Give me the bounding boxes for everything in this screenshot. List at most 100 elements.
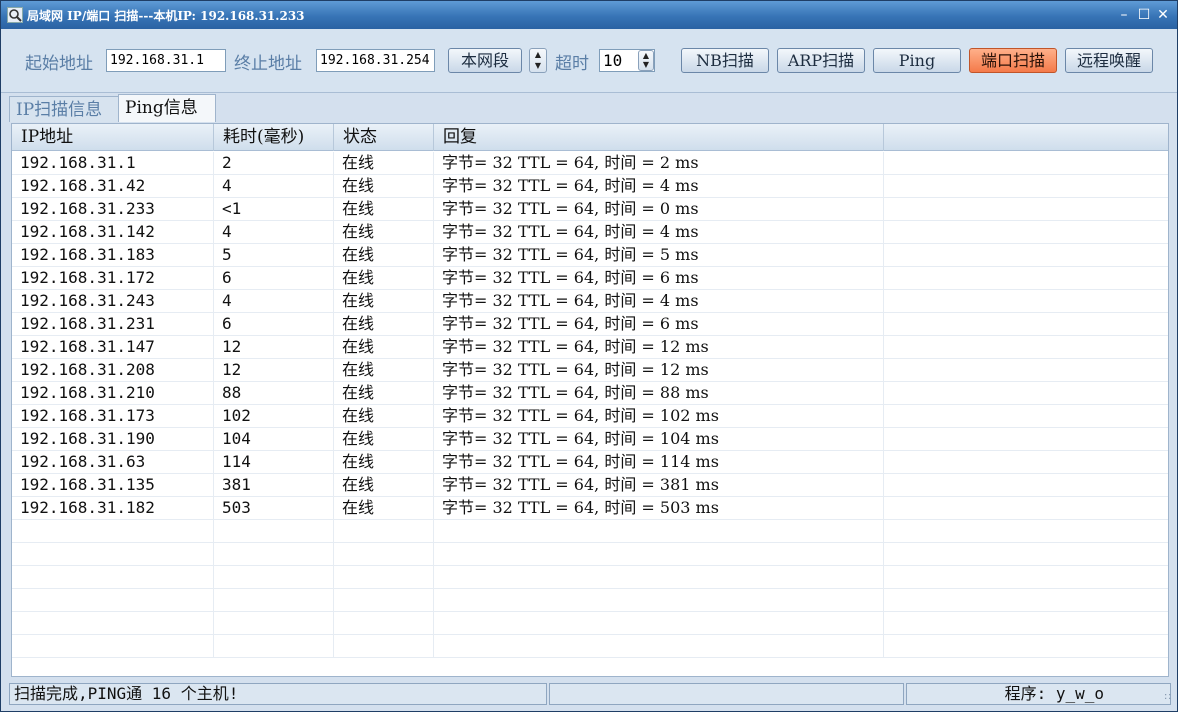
table-row[interactable]: 192.168.31.63 114 在线 字节= 32 TTL = 64, 时间 = …	[12, 451, 1168, 474]
cell-reply: 字节= 32 TTL = 64, 时间 = 12 ms	[434, 359, 884, 382]
cell-reply: 字节= 32 TTL = 64, 时间 = 102 ms	[434, 405, 884, 428]
table-row[interactable]: 192.168.31.173 102 在线 字节= 32 TTL = 64, 时间 =…	[12, 405, 1168, 428]
cell-ip: 192.168.31.190	[12, 428, 214, 451]
start-address-input[interactable]: 192.168.31.1	[106, 49, 226, 72]
timeout-label: 超时	[555, 54, 589, 74]
cell-status	[334, 566, 434, 589]
spin-down-icon[interactable]: ▼	[530, 60, 546, 71]
cell-time	[214, 635, 334, 658]
cell-ip: 192.168.31.173	[12, 405, 214, 428]
table-row[interactable]: 192.168.31.135 381 在线 字节= 32 TTL = 64, 时间 =…	[12, 474, 1168, 497]
cell-time: 104	[214, 428, 334, 451]
tab-ping-info[interactable]: Ping信息	[118, 94, 216, 122]
resize-grip-icon[interactable]: ∷	[1165, 692, 1171, 703]
column-header-time[interactable]: 耗时(毫秒)	[214, 124, 334, 151]
cell-ip: 192.168.31.243	[12, 290, 214, 313]
cell-status	[334, 543, 434, 566]
cell-reply	[434, 520, 884, 543]
cell-ip	[12, 566, 214, 589]
cell-empty	[884, 635, 1168, 658]
close-icon[interactable]: ✕	[1154, 6, 1172, 24]
column-header-status[interactable]: 状态	[334, 124, 434, 151]
minimize-icon[interactable]: –	[1115, 6, 1133, 24]
table-row[interactable]: 192.168.31.190 104 在线 字节= 32 TTL = 64, 时间 =…	[12, 428, 1168, 451]
cell-status	[334, 520, 434, 543]
ping-button[interactable]: Ping	[873, 48, 961, 73]
cell-ip	[12, 543, 214, 566]
column-header-reply[interactable]: 回复	[434, 124, 884, 151]
table-row[interactable]: 192.168.31.183 5 在线 字节= 32 TTL = 64, 时间 = 5…	[12, 244, 1168, 267]
cell-status: 在线	[334, 497, 434, 520]
table-row[interactable]: 192.168.31.210 88 在线 字节= 32 TTL = 64, 时间 = …	[12, 382, 1168, 405]
cell-time: 4	[214, 175, 334, 198]
end-address-input[interactable]: 192.168.31.254	[316, 49, 435, 72]
window-title: 局域网 IP/端口 扫描---本机IP: 192.168.31.233	[27, 9, 305, 23]
cell-empty	[884, 612, 1168, 635]
cell-time: 2	[214, 152, 334, 175]
cell-time	[214, 589, 334, 612]
status-message: 扫描完成,PING通 16 个主机!	[9, 683, 547, 705]
segment-spinner[interactable]: ▲ ▼	[529, 48, 547, 73]
cell-time	[214, 566, 334, 589]
table-row[interactable]: 192.168.31.147 12 在线 字节= 32 TTL = 64, 时间 = …	[12, 336, 1168, 359]
cell-reply: 字节= 32 TTL = 64, 时间 = 104 ms	[434, 428, 884, 451]
cell-empty	[884, 175, 1168, 198]
cell-ip: 192.168.31.208	[12, 359, 214, 382]
cell-empty	[884, 543, 1168, 566]
cell-reply: 字节= 32 TTL = 64, 时间 = 5 ms	[434, 244, 884, 267]
cell-reply: 字节= 32 TTL = 64, 时间 = 2 ms	[434, 152, 884, 175]
cell-time	[214, 612, 334, 635]
cell-time: 88	[214, 382, 334, 405]
cell-ip: 192.168.31.233	[12, 198, 214, 221]
cell-status: 在线	[334, 244, 434, 267]
table-row[interactable]: 192.168.31.208 12 在线 字节= 32 TTL = 64, 时间 = …	[12, 359, 1168, 382]
cell-reply	[434, 566, 884, 589]
nb-scan-button[interactable]: NB扫描	[681, 48, 769, 73]
empty-row	[12, 635, 1168, 658]
status-author: 程序: y_w_o	[906, 683, 1171, 705]
status-bar: 扫描完成,PING通 16 个主机! 程序: y_w_o ∷	[1, 680, 1177, 711]
cell-status: 在线	[334, 152, 434, 175]
cell-ip	[12, 612, 214, 635]
cell-time	[214, 520, 334, 543]
table-row[interactable]: 192.168.31.42 4 在线 字节= 32 TTL = 64, 时间 = 4 …	[12, 175, 1168, 198]
start-address-label: 起始地址	[25, 54, 93, 74]
cell-ip: 192.168.31.172	[12, 267, 214, 290]
cell-reply	[434, 635, 884, 658]
cell-status: 在线	[334, 267, 434, 290]
cell-reply: 字节= 32 TTL = 64, 时间 = 503 ms	[434, 497, 884, 520]
port-scan-button[interactable]: 端口扫描	[969, 48, 1057, 73]
timeout-spinner[interactable]: ▲ ▼	[638, 50, 654, 71]
table-row[interactable]: 192.168.31.182 503 在线 字节= 32 TTL = 64, 时间 =…	[12, 497, 1168, 520]
empty-row	[12, 589, 1168, 612]
ping-results-table[interactable]: IP地址 耗时(毫秒) 状态 回复 192.168.31.1 2 在线 字节= 32 …	[11, 123, 1169, 677]
empty-row	[12, 612, 1168, 635]
maximize-icon[interactable]: ☐	[1135, 6, 1153, 24]
cell-status: 在线	[334, 405, 434, 428]
spin-up-icon[interactable]: ▲	[530, 49, 546, 60]
arp-scan-button[interactable]: ARP扫描	[777, 48, 865, 73]
table-row[interactable]: 192.168.31.243 4 在线 字节= 32 TTL = 64, 时间 = 4…	[12, 290, 1168, 313]
table-row[interactable]: 192.168.31.142 4 在线 字节= 32 TTL = 64, 时间 = 4…	[12, 221, 1168, 244]
cell-reply: 字节= 32 TTL = 64, 时间 = 4 ms	[434, 175, 884, 198]
cell-empty	[884, 589, 1168, 612]
table-row[interactable]: 192.168.31.233 <1 在线 字节= 32 TTL = 64, 时间 = …	[12, 198, 1168, 221]
remote-wake-button[interactable]: 远程唤醒	[1065, 48, 1153, 73]
cell-empty	[884, 451, 1168, 474]
spin-up-icon[interactable]: ▲	[639, 51, 653, 60]
cell-empty	[884, 566, 1168, 589]
table-row[interactable]: 192.168.31.172 6 在线 字节= 32 TTL = 64, 时间 = 6…	[12, 267, 1168, 290]
column-header-ip[interactable]: IP地址	[12, 124, 214, 151]
column-header-empty	[884, 124, 1168, 151]
table-row[interactable]: 192.168.31.1 2 在线 字节= 32 TTL = 64, 时间 = 2 m…	[12, 152, 1168, 175]
cell-time: 6	[214, 267, 334, 290]
tab-ip-scan-info[interactable]: IP扫描信息	[9, 96, 119, 122]
title-bar[interactable]: 局域网 IP/端口 扫描---本机IP: 192.168.31.233 – ☐ …	[1, 1, 1177, 29]
cell-status: 在线	[334, 382, 434, 405]
table-row[interactable]: 192.168.31.231 6 在线 字节= 32 TTL = 64, 时间 = 6…	[12, 313, 1168, 336]
this-segment-button[interactable]: 本网段	[448, 48, 522, 73]
cell-empty	[884, 290, 1168, 313]
spin-down-icon[interactable]: ▼	[639, 60, 653, 69]
cell-empty	[884, 405, 1168, 428]
cell-reply: 字节= 32 TTL = 64, 时间 = 4 ms	[434, 221, 884, 244]
